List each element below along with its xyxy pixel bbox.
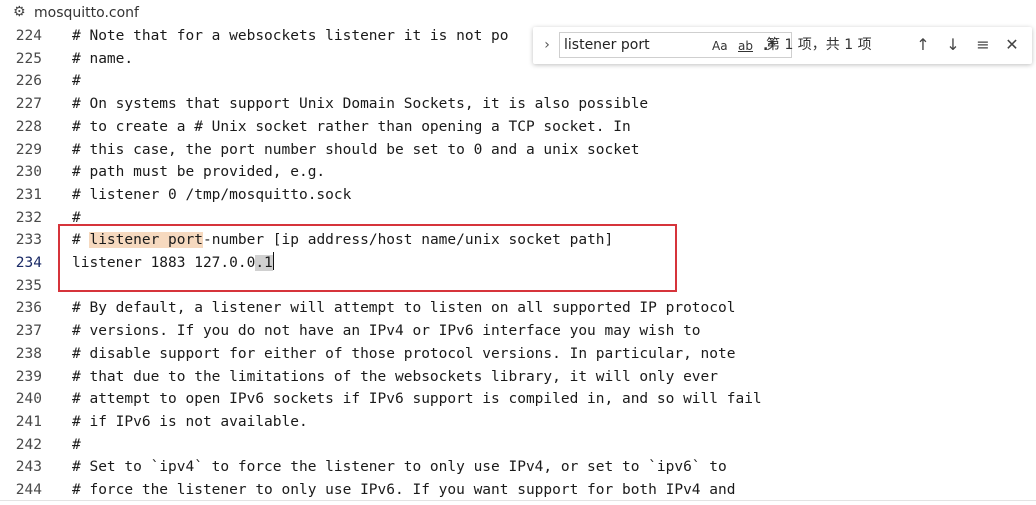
- line-text[interactable]: #: [72, 70, 81, 93]
- line-number: 226: [15, 73, 42, 90]
- line-text[interactable]: #: [72, 434, 81, 457]
- line-text[interactable]: # if IPv6 is not available.: [72, 411, 308, 434]
- line-text[interactable]: # listener port-number [ip address/host …: [72, 229, 613, 252]
- arrow-down-icon[interactable]: ↓: [944, 35, 962, 55]
- search-match-highlight: listener port: [89, 232, 203, 249]
- editor-tab-header: ⚙ mosquitto.conf: [0, 0, 1036, 26]
- code-line[interactable]: 242 #: [0, 434, 1036, 457]
- code-line[interactable]: 232 #: [0, 207, 1036, 230]
- code-line[interactable]: 234 listener 1883 127.0.0.1: [0, 252, 1036, 275]
- line-number: 229: [15, 141, 42, 158]
- line-text[interactable]: # path must be provided, e.g.: [72, 161, 325, 184]
- line-text-segment: listener 1883 127.0.0: [72, 255, 256, 271]
- text-selection: .1: [255, 255, 273, 271]
- code-line[interactable]: 237 # versions. If you do not have an IPv…: [0, 320, 1036, 343]
- line-text[interactable]: # that due to the limitations of the web…: [72, 366, 718, 389]
- close-icon[interactable]: ✕: [1003, 35, 1021, 55]
- divider: [0, 500, 1036, 501]
- code-line[interactable]: 227 # On systems that support Unix Domain…: [0, 93, 1036, 116]
- code-line[interactable]: 238 # disable support for either of those…: [0, 343, 1036, 366]
- code-line[interactable]: 240 # attempt to open IPv6 sockets if IPv…: [0, 388, 1036, 411]
- line-text[interactable]: # disable support for either of those pr…: [72, 343, 735, 366]
- code-editor[interactable]: 224 # Note that for a websockets listener…: [0, 26, 1036, 500]
- file-title: mosquitto.conf: [34, 5, 139, 21]
- line-text[interactable]: # versions. If you do not have an IPv4 o…: [72, 320, 701, 343]
- line-number: 228: [15, 118, 42, 135]
- line-text[interactable]: # Set to `ipv4` to force the listener to…: [72, 456, 727, 479]
- arrow-up-icon[interactable]: ↑: [914, 35, 932, 55]
- find-widget: › Aa ab .* 第 1 项，共 1 项 ↑ ↓ ≡ ✕: [533, 27, 1032, 64]
- code-line[interactable]: 239 # that due to the limitations of the …: [0, 366, 1036, 389]
- code-line[interactable]: 243 # Set to `ipv4` to force the listener…: [0, 456, 1036, 479]
- line-text[interactable]: #: [72, 207, 81, 230]
- line-number: 224: [15, 28, 42, 44]
- line-number: 230: [15, 164, 42, 181]
- gear-icon: ⚙: [13, 4, 26, 20]
- line-number: 236: [15, 300, 42, 317]
- line-number: 238: [15, 345, 42, 362]
- line-text[interactable]: # to create a # Unix socket rather than …: [72, 116, 631, 139]
- code-line[interactable]: 236 # By default, a listener will attempt…: [0, 297, 1036, 320]
- line-text-segment: -number [ip address/host name/unix socke…: [202, 232, 614, 249]
- line-text[interactable]: # Note that for a websockets listener it…: [72, 25, 509, 48]
- code-line[interactable]: 244 # force the listener to only use IPv6…: [0, 479, 1036, 502]
- line-number: 234: [15, 255, 42, 271]
- find-in-selection-icon[interactable]: ≡: [974, 35, 992, 55]
- line-number: 232: [15, 209, 42, 226]
- code-line[interactable]: 228 # to create a # Unix socket rather th…: [0, 116, 1036, 139]
- line-number: 240: [15, 391, 42, 408]
- line-number: 231: [15, 186, 42, 203]
- line-text-segment: #: [72, 232, 90, 249]
- line-number: 233: [15, 232, 42, 249]
- code-line[interactable]: 241 # if IPv6 is not available.: [0, 411, 1036, 434]
- find-input-box[interactable]: Aa ab .*: [559, 32, 792, 58]
- line-text[interactable]: # On systems that support Unix Domain So…: [72, 93, 648, 116]
- line-number: 242: [15, 436, 42, 453]
- code-line[interactable]: 226 #: [0, 70, 1036, 93]
- line-number: 235: [15, 277, 42, 294]
- whole-word-toggle[interactable]: ab: [738, 37, 753, 55]
- text-cursor: [272, 252, 274, 270]
- find-input[interactable]: [564, 35, 682, 55]
- line-text[interactable]: # this case, the port number should be s…: [72, 139, 639, 162]
- line-text[interactable]: # By default, a listener will attempt to…: [72, 297, 735, 320]
- code-line[interactable]: 235: [0, 275, 1036, 298]
- line-text[interactable]: # attempt to open IPv6 sockets if IPv6 s…: [72, 388, 762, 411]
- line-number: 225: [15, 50, 42, 67]
- code-line[interactable]: 233 # listener port-number [ip address/ho…: [0, 229, 1036, 252]
- line-number: 237: [15, 323, 42, 340]
- line-number: 241: [15, 413, 42, 430]
- line-number: 227: [15, 96, 42, 113]
- chevron-right-icon[interactable]: ›: [539, 36, 555, 54]
- line-text[interactable]: # name.: [72, 48, 133, 71]
- code-line[interactable]: 231 # listener 0 /tmp/mosquitto.sock: [0, 184, 1036, 207]
- line-text[interactable]: listener 1883 127.0.0.1: [72, 252, 274, 275]
- match-count: 第 1 项，共 1 项: [766, 37, 872, 53]
- code-line[interactable]: 230 # path must be provided, e.g.: [0, 161, 1036, 184]
- code-line[interactable]: 229 # this case, the port number should b…: [0, 139, 1036, 162]
- match-case-toggle[interactable]: Aa: [712, 37, 728, 55]
- line-text[interactable]: # force the listener to only use IPv6. I…: [72, 479, 735, 502]
- line-number: 243: [15, 459, 42, 476]
- line-text[interactable]: # listener 0 /tmp/mosquitto.sock: [72, 184, 351, 207]
- line-number: 244: [15, 482, 42, 498]
- line-number: 239: [15, 368, 42, 385]
